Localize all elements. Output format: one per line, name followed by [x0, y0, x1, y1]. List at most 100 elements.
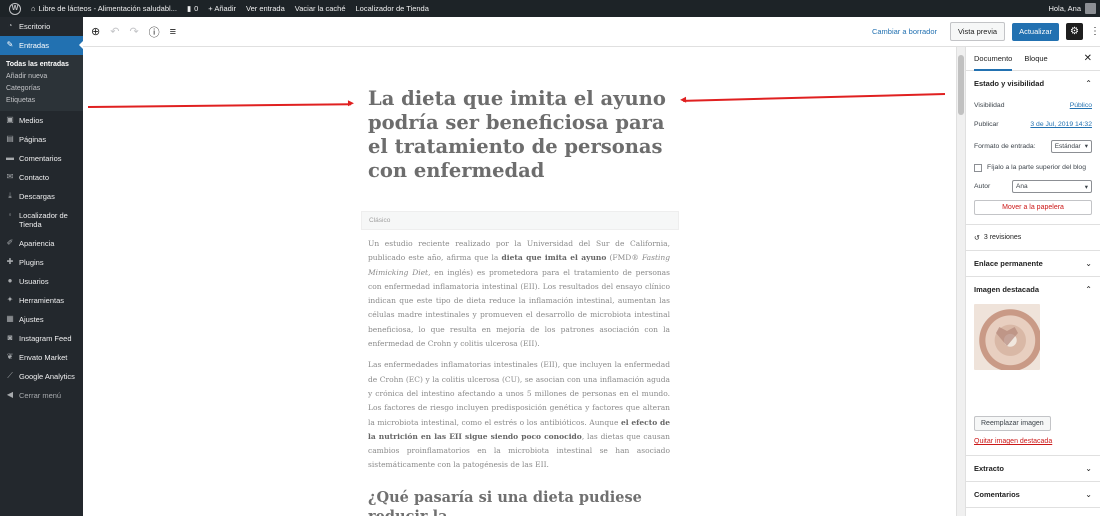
location-icon: ◦: [8, 210, 12, 219]
sidebar-item-plugins[interactable]: ✚ Plugins: [0, 253, 83, 272]
sidebar-item-downloads[interactable]: ⤓ Descargas: [0, 187, 83, 206]
sticky-checkbox[interactable]: [974, 163, 982, 172]
preview-button[interactable]: Vista previa: [950, 22, 1006, 41]
wp-logo-icon[interactable]: W: [0, 0, 26, 17]
undo-icon[interactable]: ↶: [110, 25, 119, 38]
post-subheading[interactable]: ¿Qué pasaría si una dieta pudiese reduci…: [368, 488, 673, 516]
view-post-link[interactable]: Ver entrada: [241, 0, 290, 17]
remove-featured-image-link[interactable]: Quitar imagen destacada: [974, 438, 1092, 445]
more-options-icon[interactable]: ⋮: [1090, 26, 1100, 37]
update-button[interactable]: Actualizar: [1012, 22, 1059, 41]
settings-icon: ▦: [6, 314, 14, 323]
excerpt-section: Extracto ⌄: [966, 456, 1100, 482]
hands-heart-image: [996, 327, 1018, 346]
sidebar-item-google-analytics[interactable]: ⟋ Google Analytics: [0, 367, 83, 386]
sidebar-item-posts[interactable]: ✎ Entradas: [0, 36, 83, 55]
settings-gear-icon[interactable]: ⚙: [1066, 23, 1083, 40]
sidebar-item-tools[interactable]: ✦ Herramientas: [0, 291, 83, 310]
post-format-select[interactable]: Estándar ▾: [1050, 139, 1092, 153]
sticky-checkbox-row[interactable]: Fíjalo a la parte superior del blog: [974, 158, 1092, 177]
admin-bar: W ⌂ Libre de lácteos - Alimentación salud…: [0, 0, 1100, 17]
users-icon: ●: [7, 276, 13, 285]
site-name-link[interactable]: ⌂ Libre de lácteos - Alimentación saludab…: [26, 0, 182, 17]
sidebar-item-appearance[interactable]: ✐ Apariencia: [0, 234, 83, 253]
history-icon: ↺: [974, 234, 980, 242]
chevron-down-icon: ▾: [1084, 143, 1088, 150]
media-icon: ▣: [6, 115, 14, 124]
sidebar-item-media[interactable]: ▣ Medios: [0, 111, 83, 130]
comments-header[interactable]: Comentarios ⌄: [974, 482, 1092, 507]
annotation-arrow-right: [683, 93, 946, 102]
mail-icon: ✉: [6, 172, 14, 181]
chevron-down-icon: ⌄: [1085, 259, 1092, 268]
featured-image-header[interactable]: Imagen destacada ⌃: [974, 277, 1092, 302]
sidebar-item-pages[interactable]: ▤ Páginas: [0, 130, 83, 149]
visibility-link[interactable]: Público: [1070, 102, 1092, 109]
comments-link[interactable]: ▮ 0: [182, 0, 203, 17]
pin-icon: ✎: [6, 40, 14, 49]
move-to-trash-button[interactable]: Mover a la papelera: [974, 200, 1092, 215]
editor-actions: Cambiar a borrador Vista previa Actualiz…: [872, 22, 1100, 41]
tab-block[interactable]: Bloque: [1024, 47, 1047, 71]
revisions-link[interactable]: ↺ 3 revisiones: [974, 225, 1092, 250]
purge-cache-link[interactable]: Vaciar la caché: [290, 0, 351, 17]
sidebar-item-store-locator[interactable]: ◦ Localizador de Tienda: [0, 206, 83, 234]
info-icon[interactable]: ⓘ: [149, 24, 160, 40]
chevron-down-icon: ⌄: [1085, 464, 1092, 473]
close-icon[interactable]: ✕: [1084, 53, 1092, 64]
classic-block-label[interactable]: Clásico: [361, 211, 679, 230]
featured-image-thumbnail[interactable]: [974, 304, 1040, 370]
post-title[interactable]: La dieta que imita el ayuno podría ser b…: [368, 87, 668, 183]
author-select[interactable]: Ana ▾: [1012, 180, 1092, 193]
permalink-header[interactable]: Enlace permanente ⌄: [974, 251, 1092, 276]
visibility-row: Visibilidad Público: [974, 102, 1092, 109]
switch-to-draft-button[interactable]: Cambiar a borrador: [872, 27, 937, 36]
sidebar-collapse-menu[interactable]: ◀ Cerrar menú: [0, 386, 83, 405]
outline-list-icon[interactable]: ≡: [170, 26, 176, 38]
editor-toolbar: ⊕ ↶ ↷ ⓘ ≡ Cambiar a borrador Vista previ…: [83, 17, 1100, 47]
submenu-add-new[interactable]: Añadir nueva: [0, 70, 83, 82]
chevron-up-icon: ⌃: [1085, 79, 1092, 88]
chevron-down-icon: ▾: [1084, 183, 1088, 191]
tab-document[interactable]: Documento: [974, 47, 1013, 71]
sidebar-item-users[interactable]: ● Usuarios: [0, 272, 83, 291]
permalink-section: Enlace permanente ⌄: [966, 251, 1100, 277]
add-new-link[interactable]: + Añadir: [203, 0, 241, 17]
comment-bubble-icon: ▮: [186, 4, 192, 13]
collapse-icon: ◀: [6, 390, 14, 399]
format-row: Formato de entrada: Estándar ▾: [974, 134, 1092, 158]
submenu-all-posts[interactable]: Todas las entradas: [0, 58, 83, 70]
chart-icon: ⟋: [7, 371, 13, 380]
comments-section: Comentarios ⌄: [966, 482, 1100, 508]
publish-date-link[interactable]: 3 de Jul, 2019 14:32: [1030, 121, 1092, 128]
submenu-tags[interactable]: Etiquetas: [0, 94, 83, 106]
featured-image-section: Imagen destacada ⌃ Reemplazar imagen Quit…: [966, 277, 1100, 456]
classic-block-content[interactable]: Un estudio reciente realizado por la Uni…: [368, 237, 670, 480]
excerpt-header[interactable]: Extracto ⌄: [974, 456, 1092, 481]
avatar: [1085, 3, 1096, 14]
sidebar-item-comments[interactable]: ▬ Comentarios: [0, 149, 83, 168]
publish-row: Publicar 3 de Jul, 2019 14:32: [974, 121, 1092, 128]
posts-submenu: Todas las entradas Añadir nueva Categorí…: [0, 55, 83, 111]
author-row: Autor Ana ▾: [974, 177, 1092, 196]
download-icon: ⤓: [8, 191, 12, 200]
store-locator-link[interactable]: Localizador de Tienda: [351, 0, 434, 17]
submenu-categories[interactable]: Categorías: [0, 82, 83, 94]
redo-icon[interactable]: ↷: [129, 25, 138, 38]
dashboard-icon: ◔: [7, 21, 13, 30]
sidebar-item-instagram-feed[interactable]: ◙ Instagram Feed: [0, 329, 83, 348]
status-visibility-header[interactable]: Estado y visibilidad ⌃: [974, 71, 1092, 96]
scrollbar-thumb[interactable]: [958, 55, 964, 115]
annotation-arrow-left: [87, 103, 351, 108]
replace-image-button[interactable]: Reemplazar imagen: [974, 416, 1051, 431]
editor-scrollbar[interactable]: [956, 47, 965, 516]
sidebar-item-envato-market[interactable]: ❦ Envato Market: [0, 348, 83, 367]
sidebar-item-settings[interactable]: ▦ Ajustes: [0, 310, 83, 329]
chevron-down-icon: ⌄: [1085, 490, 1092, 499]
sidebar-item-dashboard[interactable]: ◔ Escritorio: [0, 17, 83, 36]
pages-icon: ▤: [6, 134, 14, 143]
sidebar-item-contact[interactable]: ✉ Contacto: [0, 168, 83, 187]
admin-sidebar: ◔ Escritorio ✎ Entradas Todas las entradas…: [0, 17, 83, 516]
add-block-icon[interactable]: ⊕: [91, 25, 100, 38]
account-menu[interactable]: Hola, Ana: [1048, 3, 1100, 14]
